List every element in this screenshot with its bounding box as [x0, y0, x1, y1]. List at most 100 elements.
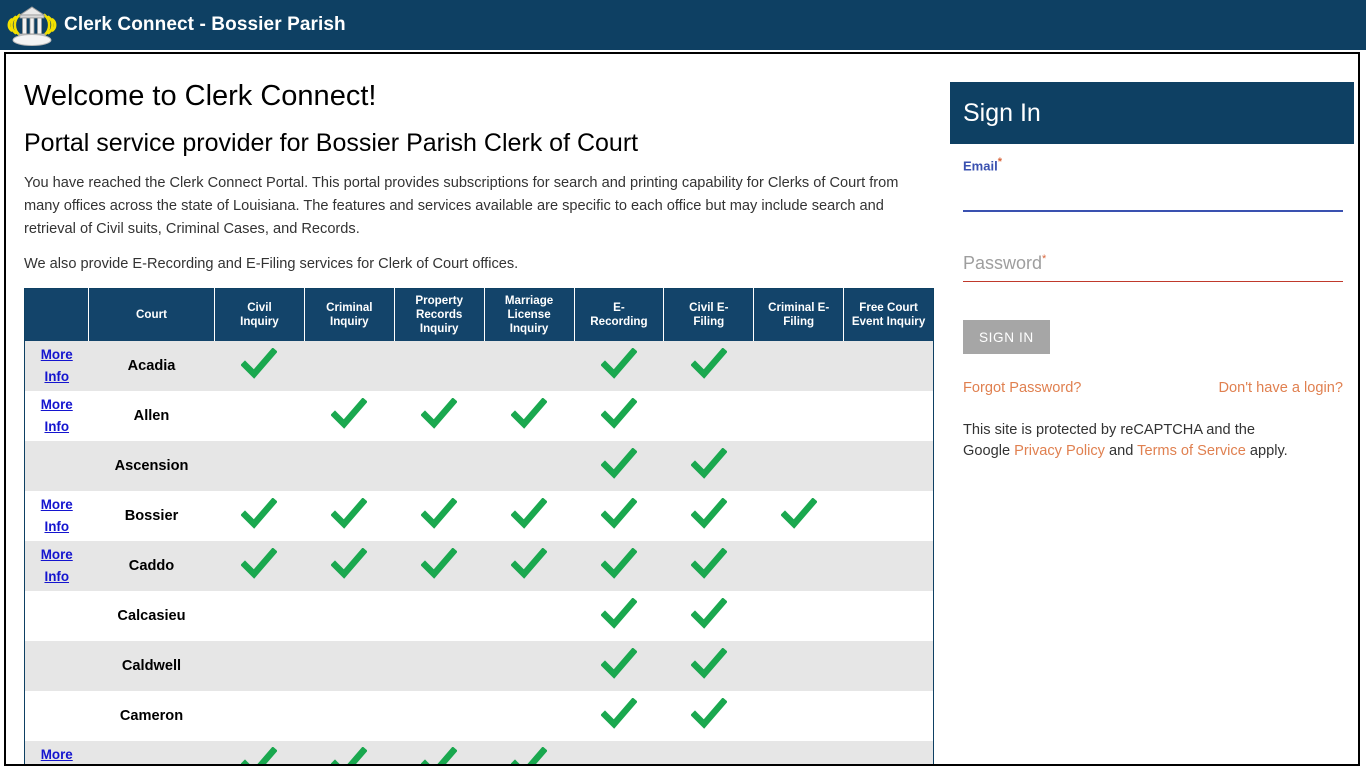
green-check-icon	[241, 497, 278, 529]
green-check-icon	[421, 397, 458, 429]
service-cell	[574, 541, 664, 591]
column-header-criminal-e-filing: Criminal E- Filing	[753, 288, 845, 341]
more-info-link[interactable]: MoreInfo	[25, 344, 89, 388]
court-name-cell: Caldwell	[89, 641, 215, 691]
service-cell	[484, 541, 574, 591]
service-cell	[754, 441, 844, 491]
table-body: More Info Acadia More Info Allen Ascension More…	[24, 341, 934, 764]
court-name: Allen	[133, 408, 170, 424]
terms-of-service-link[interactable]: Terms of Service	[1137, 443, 1246, 459]
column-header-line: Records Inquiry	[415, 308, 463, 335]
service-cell	[304, 441, 394, 491]
green-check-icon	[690, 597, 727, 629]
table-row: Ascension	[24, 441, 934, 491]
service-cell	[754, 391, 844, 441]
court-name-cell: Allen	[89, 391, 215, 441]
password-label-text: Password	[963, 253, 1043, 273]
password-field-block: Password*	[963, 224, 1343, 294]
recaptcha-suffix-text: apply.	[1245, 443, 1288, 459]
column-header-line: License Inquiry	[507, 308, 551, 335]
service-cell	[754, 491, 844, 541]
green-check-icon	[511, 397, 548, 429]
court-name: Acadia	[127, 358, 176, 374]
sign-in-button[interactable]: SIGN IN	[963, 320, 1050, 354]
service-cell	[664, 491, 754, 541]
privacy-policy-link[interactable]: Privacy Policy	[1014, 443, 1105, 459]
column-header-line: Criminal	[326, 301, 373, 314]
email-underline	[963, 210, 1343, 212]
courthouse-signal-icon	[7, 6, 57, 46]
service-cell	[844, 741, 934, 764]
more-info-cell: More Info	[25, 491, 89, 541]
service-cell	[574, 591, 664, 641]
table-row: MoreInfo	[24, 741, 934, 764]
service-cell	[664, 341, 754, 391]
service-cell	[484, 591, 574, 641]
column-header-line: Inquiry	[240, 315, 279, 328]
court-name: Calcasieu	[117, 608, 186, 624]
green-check-icon	[780, 497, 817, 529]
service-cell	[484, 691, 574, 741]
main-content-column: Welcome to Clerk Connect! Portal service…	[6, 54, 946, 764]
green-check-icon	[690, 647, 727, 679]
service-cell	[304, 691, 394, 741]
forgot-password-link[interactable]: Forgot Password?	[963, 380, 1081, 396]
column-header-line: Criminal E-	[768, 301, 830, 314]
service-cell	[484, 641, 574, 691]
service-cell	[304, 541, 394, 591]
service-cell	[394, 341, 484, 391]
sign-in-panel-header: Sign In	[950, 82, 1354, 144]
court-name-cell: Calcasieu	[89, 591, 215, 641]
column-header-line: Inquiry	[329, 315, 369, 328]
password-label: Password*	[963, 248, 1046, 274]
more-info-link[interactable]: MoreInfo	[25, 544, 89, 588]
green-check-icon	[690, 347, 727, 379]
service-cell	[215, 441, 305, 491]
green-check-icon	[241, 747, 278, 764]
green-check-icon	[331, 547, 368, 579]
email-field-block: Email*	[963, 154, 1343, 224]
table-header-row: Court Civil Inquiry Criminal Inquiry Prope…	[24, 288, 934, 341]
more-info-cell: More Info	[25, 541, 89, 591]
column-header-court: Court	[88, 288, 215, 341]
service-cell	[574, 741, 664, 764]
service-cell	[304, 491, 394, 541]
service-cell	[394, 391, 484, 441]
court-name-cell: Caddo	[89, 541, 215, 591]
column-header-line: Free Court	[859, 301, 918, 314]
service-cell	[484, 491, 574, 541]
more-info-cell	[25, 591, 89, 641]
service-cell	[215, 741, 305, 764]
more-info-link[interactable]: MoreInfo	[25, 494, 89, 538]
service-cell	[484, 441, 574, 491]
service-cell	[664, 391, 754, 441]
green-check-icon	[331, 747, 368, 764]
service-cell	[394, 641, 484, 691]
service-cell	[394, 741, 484, 764]
green-check-icon	[600, 647, 637, 679]
intro-paragraph-2: We also provide E-Recording and E-Filing…	[24, 256, 519, 272]
green-check-icon	[511, 547, 548, 579]
service-cell	[844, 591, 934, 641]
no-login-link[interactable]: Don't have a login?	[1219, 380, 1344, 396]
more-info-label-line1: More	[40, 746, 73, 762]
green-check-icon	[511, 747, 548, 764]
green-check-icon	[421, 747, 458, 764]
green-check-icon	[421, 547, 458, 579]
court-services-table: Court Civil Inquiry Criminal Inquiry Prope…	[24, 288, 934, 764]
more-info-link[interactable]: MoreInfo	[25, 744, 89, 764]
service-cell	[484, 341, 574, 391]
green-check-icon	[600, 547, 637, 579]
court-name-cell: Ascension	[89, 441, 215, 491]
more-info-cell	[25, 441, 89, 491]
green-check-icon	[421, 497, 458, 529]
password-underline	[963, 280, 1343, 282]
service-cell	[215, 641, 305, 691]
email-label-text: Email	[963, 158, 998, 174]
more-info-link[interactable]: MoreInfo	[25, 394, 89, 438]
green-check-icon	[600, 447, 637, 479]
more-info-cell	[25, 691, 89, 741]
service-cell	[394, 541, 484, 591]
sign-in-links-row: Forgot Password? Don't have a login?	[963, 380, 1343, 396]
green-check-icon	[690, 447, 727, 479]
